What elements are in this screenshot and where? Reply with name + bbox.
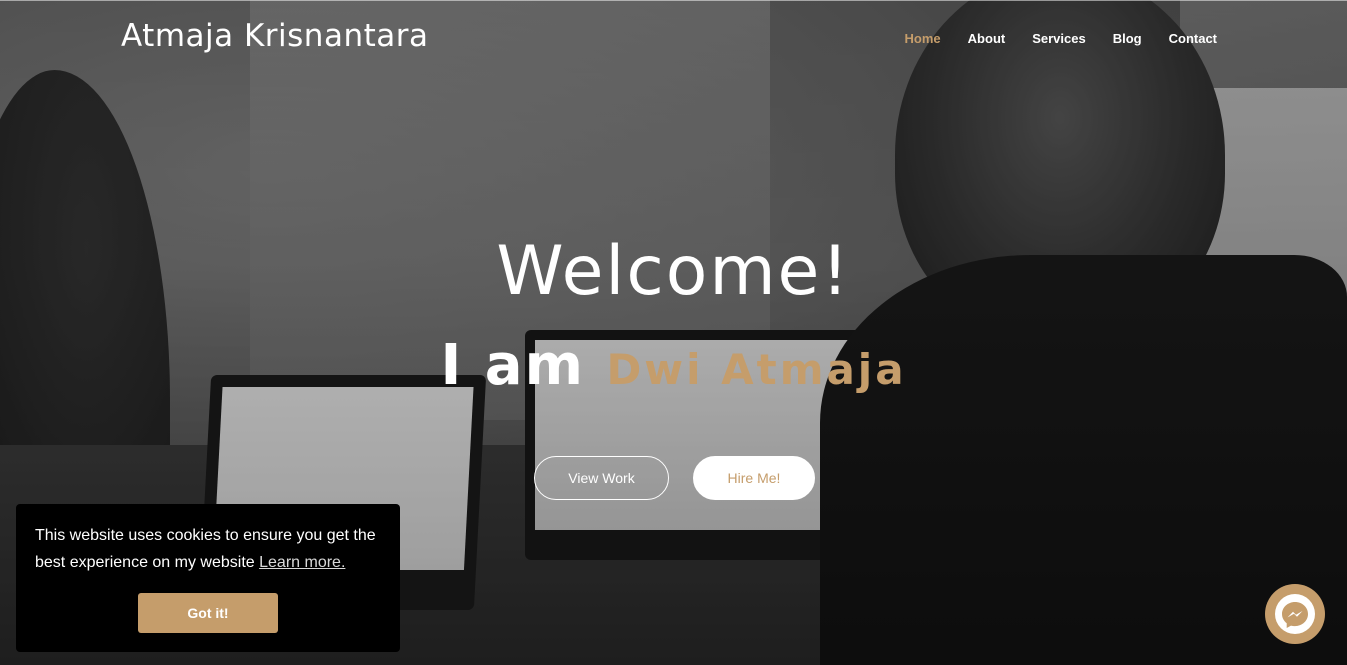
messenger-icon (1275, 594, 1315, 634)
cookie-banner: This website uses cookies to ensure you … (16, 504, 400, 652)
nav-services[interactable]: Services (1032, 31, 1086, 46)
nav-contact[interactable]: Contact (1169, 31, 1217, 46)
site-brand[interactable]: Atmaja Krisnantara (121, 18, 429, 54)
main-nav: Home About Services Blog Contact (905, 31, 1217, 46)
nav-about[interactable]: About (968, 31, 1006, 46)
hero-welcome: Welcome! (496, 232, 851, 311)
view-work-button[interactable]: View Work (534, 456, 669, 500)
cookie-learn-more-link[interactable]: Learn more. (259, 554, 345, 571)
nav-home[interactable]: Home (905, 31, 941, 46)
hero-intro: I am Dwi Atmaja (0, 333, 1347, 398)
cookie-message: This website uses cookies to ensure you … (35, 522, 385, 576)
cookie-accept-button[interactable]: Got it! (138, 593, 278, 633)
nav-blog[interactable]: Blog (1113, 31, 1142, 46)
hero-intro-lead: I am (440, 333, 585, 398)
top-border (0, 0, 1347, 1)
hire-me-button[interactable]: Hire Me! (693, 456, 815, 500)
site-header: Atmaja Krisnantara Home About Services B… (0, 0, 1347, 80)
messenger-chat-button[interactable] (1265, 584, 1325, 644)
hero-intro-name: Dwi Atmaja (606, 345, 907, 394)
